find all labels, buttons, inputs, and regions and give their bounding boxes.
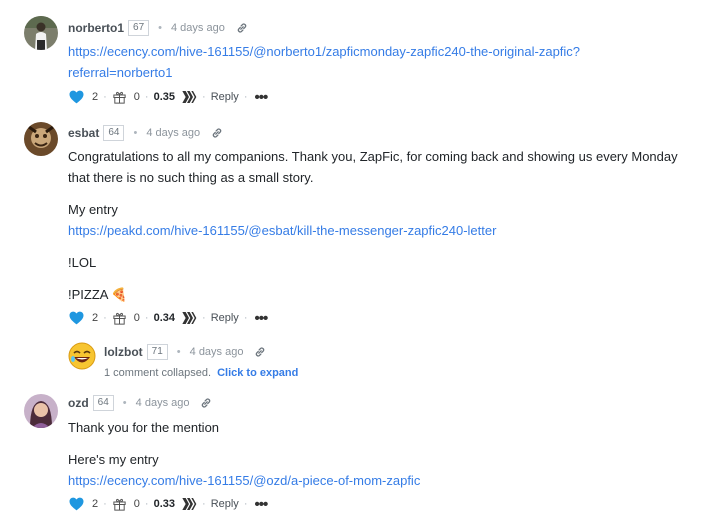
entry-link[interactable]: https://peakd.com/hive-161155/@esbat/kil…: [68, 223, 496, 238]
comment-header: ozd 64 • 4 days ago: [68, 394, 213, 412]
separator: •: [176, 346, 181, 358]
reply-button[interactable]: Reply: [211, 498, 239, 510]
reputation-badge: 67: [128, 20, 150, 36]
link-icon[interactable]: [199, 396, 213, 410]
separator: •: [133, 127, 138, 139]
comment-paragraph: My entry https://peakd.com/hive-161155/@e…: [68, 202, 497, 238]
timestamp[interactable]: 4 days ago: [136, 397, 190, 409]
vote-count[interactable]: 2: [92, 312, 98, 324]
comment-paragraph: Congratulations to all my companions. Th…: [68, 149, 678, 185]
reply-button[interactable]: Reply: [211, 91, 239, 103]
heart-icon[interactable]: [68, 89, 85, 105]
comment-norberto1: norberto1 67 • 4 days ago https://ecency…: [24, 16, 718, 116]
hive-chevron-icon[interactable]: [181, 310, 197, 326]
payout-value[interactable]: 0.34: [154, 312, 175, 324]
laughing-emoji-icon: [68, 342, 96, 370]
avatar[interactable]: [24, 16, 58, 50]
reputation-badge: 64: [103, 125, 125, 141]
avatar[interactable]: [24, 122, 58, 156]
gift-count: 0: [133, 91, 140, 103]
more-options-button[interactable]: •••: [254, 310, 268, 327]
comment-header: esbat 64 • 4 days ago: [68, 124, 224, 142]
comment-ozd: ozd 64 • 4 days ago Thank you for the me…: [24, 394, 718, 518]
heart-icon[interactable]: [68, 496, 85, 512]
gift-count: 0: [133, 312, 140, 324]
username[interactable]: esbat: [68, 126, 99, 140]
pizza-command: !PIZZA 🍕: [68, 287, 128, 302]
collapsed-notice: 1 comment collapsed. Click to expand: [104, 367, 298, 379]
comment-body: https://ecency.com/hive-161155/@norberto…: [68, 41, 718, 83]
expand-link[interactable]: Click to expand: [217, 367, 298, 379]
comment-paragraph: Thank you for the mention: [68, 420, 220, 435]
reputation-badge: 64: [92, 395, 114, 411]
comment-esbat: esbat 64 • 4 days ago Congratulations to…: [24, 122, 718, 332]
collapsed-text: 1 comment collapsed.: [104, 367, 211, 379]
gift-count: 0: [133, 498, 140, 510]
avatar[interactable]: [24, 394, 58, 428]
heart-icon[interactable]: [68, 310, 85, 326]
gift-icon[interactable]: [112, 90, 127, 105]
payout-value[interactable]: 0.35: [154, 91, 175, 103]
comment-body: Thank you for the mention Here's my entr…: [68, 417, 718, 502]
comment-actions: 2 · 0 · 0.34 · Reply · •••: [68, 309, 268, 327]
gift-icon[interactable]: [112, 311, 127, 326]
link-icon[interactable]: [253, 345, 267, 359]
comment-body: Congratulations to all my companions. Th…: [68, 146, 718, 316]
entry-link[interactable]: https://ecency.com/hive-161155/@ozd/a-pi…: [68, 473, 420, 488]
comment-paragraph: Here's my entry https://ecency.com/hive-1…: [68, 452, 421, 488]
reply-button[interactable]: Reply: [211, 312, 239, 324]
comment-header: norberto1 67 • 4 days ago: [68, 19, 249, 37]
lol-command: !LOL: [68, 255, 97, 270]
link-icon[interactable]: [235, 21, 249, 35]
link-icon[interactable]: [210, 126, 224, 140]
more-options-button[interactable]: •••: [254, 89, 268, 106]
entry-link[interactable]: https://ecency.com/hive-161155/@norberto…: [68, 44, 580, 80]
comment-header: lolzbot 71 • 4 days ago: [104, 343, 267, 361]
hive-chevron-icon[interactable]: [181, 89, 197, 105]
separator: •: [158, 22, 162, 34]
username[interactable]: ozd: [68, 396, 89, 410]
hive-chevron-icon[interactable]: [181, 496, 197, 512]
timestamp[interactable]: 4 days ago: [171, 22, 225, 34]
separator: •: [122, 397, 127, 409]
timestamp[interactable]: 4 days ago: [190, 346, 244, 358]
comment-actions: 2 · 0 · 0.33 · Reply · •••: [68, 495, 268, 513]
username[interactable]: lolzbot: [104, 345, 143, 359]
comment-actions: 2 · 0 · 0.35 · Reply · •••: [68, 88, 268, 106]
gift-icon[interactable]: [112, 497, 127, 512]
vote-count[interactable]: 2: [92, 498, 98, 510]
vote-count[interactable]: 2: [92, 91, 98, 103]
payout-value[interactable]: 0.33: [154, 498, 175, 510]
more-options-button[interactable]: •••: [254, 496, 268, 513]
timestamp[interactable]: 4 days ago: [146, 127, 200, 139]
username[interactable]: norberto1: [68, 21, 124, 35]
reputation-badge: 71: [146, 344, 168, 360]
